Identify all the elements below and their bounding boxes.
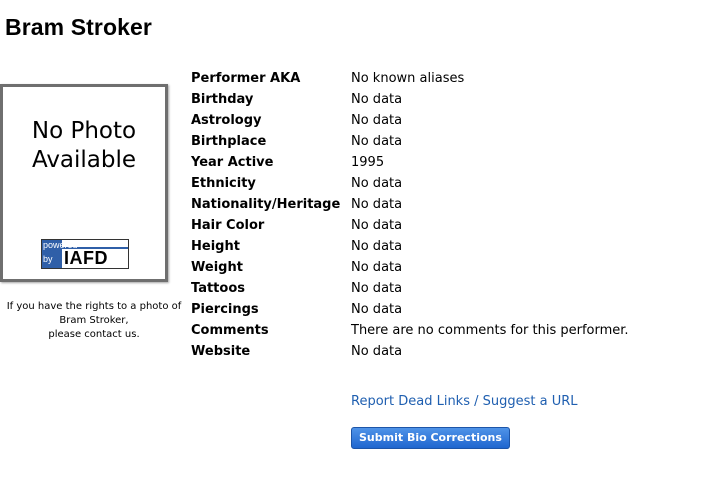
bio-label: Height xyxy=(191,239,240,254)
bio-value: No data xyxy=(351,239,403,254)
report-dead-links-link[interactable]: Report Dead Links / Suggest a URL xyxy=(351,394,578,409)
bio-label: Website xyxy=(191,344,251,359)
bio-label: Comments xyxy=(191,323,269,338)
bio-value: 1995 xyxy=(351,155,385,170)
bio-label: Hair Color xyxy=(191,218,265,233)
photo-note-line-2: Bram Stroker, xyxy=(59,315,129,326)
bio-row-piercings: Piercings No data xyxy=(191,299,629,320)
photo-note-line-1: If you have the rights to a photo of xyxy=(6,301,182,312)
bio-label: Tattoos xyxy=(191,281,245,296)
bio-label: Astrology xyxy=(191,113,262,128)
bio-row-nationality: Nationality/Heritage No data xyxy=(191,194,629,215)
bio-label: Birthplace xyxy=(191,134,267,149)
bio-label: Ethnicity xyxy=(191,176,256,191)
bio-row-year-active: Year Active 1995 xyxy=(191,152,629,173)
bio-value: No data xyxy=(351,113,403,128)
bio-row-weight: Weight No data xyxy=(191,257,629,278)
bio-row-height: Height No data xyxy=(191,236,629,257)
bio-row-tattoos: Tattoos No data xyxy=(191,278,629,299)
bio-row-comments: Comments There are no comments for this … xyxy=(191,320,629,341)
submit-bio-corrections-button[interactable]: Submit Bio Corrections xyxy=(351,427,510,449)
bio-value: No data xyxy=(351,197,403,212)
bio-value: There are no comments for this performer… xyxy=(351,323,629,338)
photo-rights-note: If you have the rights to a photo of Bra… xyxy=(0,300,188,342)
bio-label: Performer AKA xyxy=(191,71,301,86)
performer-photo-placeholder: No Photo Available powered by IAFD xyxy=(0,84,168,282)
bio-row-birthplace: Birthplace No data xyxy=(191,131,629,152)
bio-value: No data xyxy=(351,260,403,275)
bio-table: Performer AKA No known aliases Birthday … xyxy=(191,68,629,362)
bio-value: No data xyxy=(351,92,403,107)
bio-value: No data xyxy=(351,134,403,149)
bio-row-birthday: Birthday No data xyxy=(191,89,629,110)
iafd-logo: IAFD xyxy=(64,248,108,268)
bio-value: No data xyxy=(351,302,403,317)
bio-label: Nationality/Heritage xyxy=(191,197,341,212)
bio-value: No data xyxy=(351,281,403,296)
bio-value: No data xyxy=(351,218,403,233)
bio-value: No known aliases xyxy=(351,71,465,86)
bio-row-aka: Performer AKA No known aliases xyxy=(191,68,629,89)
no-photo-line-2: Available xyxy=(31,147,137,173)
no-photo-line-1: No Photo xyxy=(31,118,137,144)
bio-label: Year Active xyxy=(191,155,274,170)
bio-value: No data xyxy=(351,176,403,191)
badge-by-text: by xyxy=(43,254,53,264)
bio-row-ethnicity: Ethnicity No data xyxy=(191,173,629,194)
no-photo-text: No Photo Available xyxy=(3,117,165,175)
page-title: Bram Stroker xyxy=(5,14,152,40)
bio-row-website: Website No data xyxy=(191,341,629,362)
powered-by-iafd-badge: powered by IAFD xyxy=(41,239,129,269)
bio-label: Piercings xyxy=(191,302,259,317)
bio-row-astrology: Astrology No data xyxy=(191,110,629,131)
photo-note-line-3: please contact us. xyxy=(48,329,140,340)
bio-label: Weight xyxy=(191,260,243,275)
bio-label: Birthday xyxy=(191,92,254,107)
bio-value: No data xyxy=(351,344,403,359)
bio-row-hair-color: Hair Color No data xyxy=(191,215,629,236)
